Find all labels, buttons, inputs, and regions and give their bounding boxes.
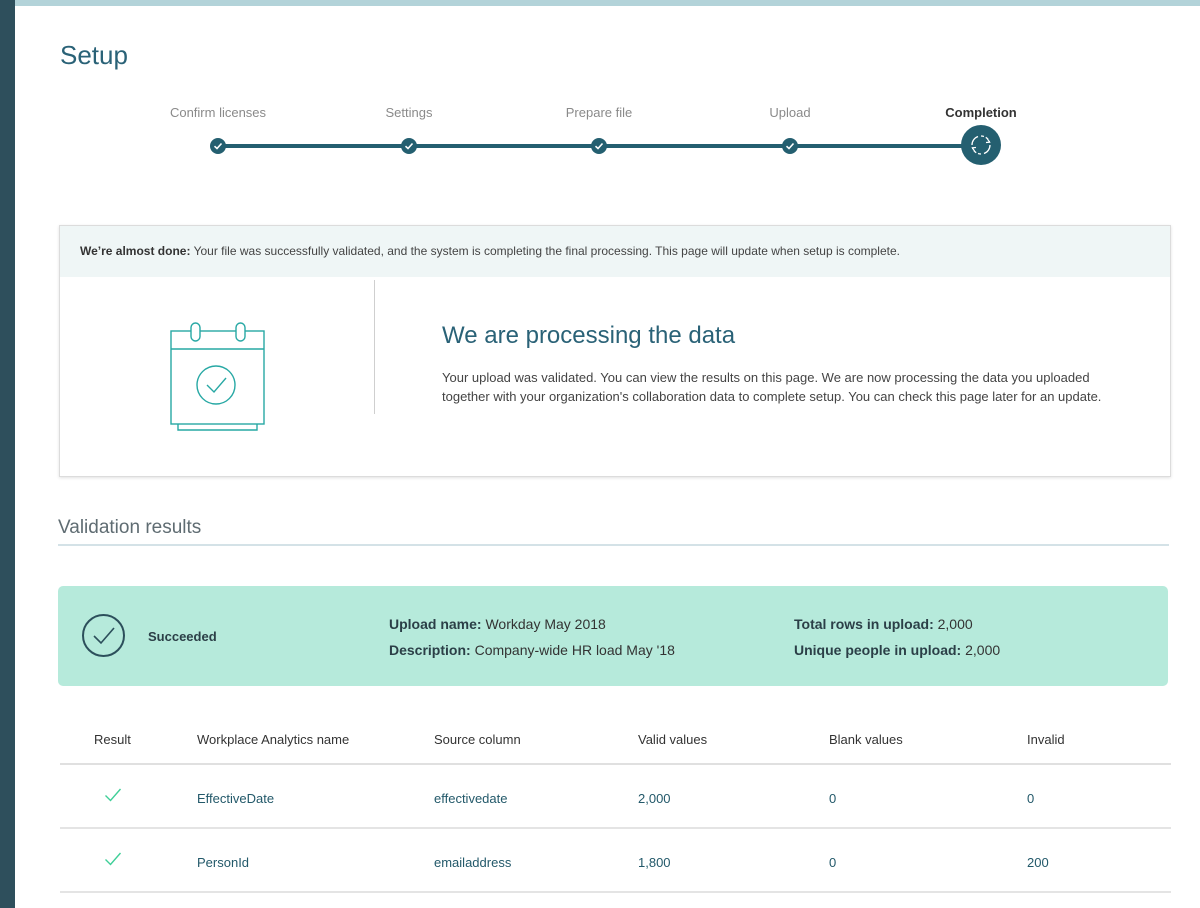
- column-header-valid[interactable]: Valid values: [638, 732, 707, 747]
- description-label: Description:: [389, 642, 471, 658]
- top-accent-bar: [15, 0, 1200, 6]
- cell-valid: 1,800: [638, 855, 671, 870]
- check-icon: [591, 138, 607, 154]
- section-divider: [58, 544, 1169, 546]
- check-icon: [104, 787, 122, 808]
- banner-text: Your file was successfully validated, an…: [193, 244, 900, 258]
- cell-blank: 0: [829, 855, 837, 870]
- validation-summary: Succeeded Upload name: Workday May 2018 …: [58, 586, 1168, 686]
- banner-lead: We’re almost done:: [80, 244, 191, 258]
- check-icon: [782, 138, 798, 154]
- processing-heading: We are processing the data: [442, 322, 736, 349]
- total-rows-field: Total rows in upload: 2,000: [794, 616, 973, 632]
- column-header-name[interactable]: Workplace Analytics name: [197, 732, 349, 747]
- card-divider: [374, 280, 375, 414]
- step-confirm-licenses: Confirm licenses: [128, 100, 308, 154]
- cell-source: effectivedate: [434, 791, 508, 806]
- description-field: Description: Company-wide HR load May '1…: [389, 642, 675, 658]
- check-circle-icon: [82, 614, 125, 657]
- page-title: Setup: [60, 40, 128, 70]
- check-icon: [104, 851, 122, 872]
- processing-card: We’re almost done: Your file was success…: [59, 225, 1171, 477]
- column-header-result[interactable]: Result: [94, 732, 131, 747]
- step-label: Prepare file: [565, 105, 633, 120]
- validation-results-title: Validation results: [58, 517, 202, 538]
- step-label: Upload: [769, 105, 811, 120]
- status-banner: We’re almost done: Your file was success…: [60, 226, 1170, 277]
- upload-name-value: Workday May 2018: [485, 616, 606, 632]
- description-value: Company-wide HR load May '18: [474, 642, 675, 658]
- step-settings: Settings: [319, 100, 499, 154]
- unique-people-label: Unique people in upload:: [794, 642, 962, 658]
- spinner-icon: [961, 125, 1001, 165]
- column-header-blank[interactable]: Blank values: [829, 732, 903, 747]
- cell-name: PersonId: [197, 855, 250, 870]
- step-prepare-file: Prepare file: [509, 100, 689, 154]
- validation-table: Result Workplace Analytics name Source c…: [60, 720, 1171, 893]
- table-row[interactable]: PersonId emailaddress 1,800 0 200: [60, 829, 1171, 893]
- column-header-source[interactable]: Source column: [434, 732, 521, 747]
- total-rows-label: Total rows in upload:: [794, 616, 934, 632]
- check-icon: [210, 138, 226, 154]
- column-header-invalid[interactable]: Invalid: [1027, 732, 1065, 747]
- unique-people-field: Unique people in upload: 2,000: [794, 642, 1000, 658]
- calendar-check-icon: [160, 316, 270, 436]
- unique-people-value: 2,000: [965, 642, 1001, 658]
- table-row[interactable]: EffectiveDate effectivedate 2,000 0 0: [60, 765, 1171, 829]
- cell-invalid: 200: [1027, 855, 1049, 870]
- upload-name-label: Upload name:: [389, 616, 482, 632]
- table-header: Result Workplace Analytics name Source c…: [60, 720, 1171, 765]
- check-icon: [401, 138, 417, 154]
- processing-description: Your upload was validated. You can view …: [442, 370, 1102, 404]
- validation-status: Succeeded: [148, 629, 217, 644]
- step-upload: Upload: [700, 100, 880, 154]
- step-label: Settings: [385, 105, 433, 120]
- cell-invalid: 0: [1027, 791, 1035, 806]
- cell-name: EffectiveDate: [197, 791, 275, 806]
- setup-stepper: Confirm licenses Settings Prepare file U…: [0, 100, 1200, 180]
- cell-source: emailaddress: [434, 855, 512, 870]
- step-label: Confirm licenses: [169, 105, 267, 120]
- step-label: Completion: [945, 105, 1017, 120]
- upload-name-field: Upload name: Workday May 2018: [389, 616, 606, 632]
- total-rows-value: 2,000: [937, 616, 973, 632]
- cell-blank: 0: [829, 791, 837, 806]
- step-completion: Completion: [891, 100, 1071, 165]
- cell-valid: 2,000: [638, 791, 671, 806]
